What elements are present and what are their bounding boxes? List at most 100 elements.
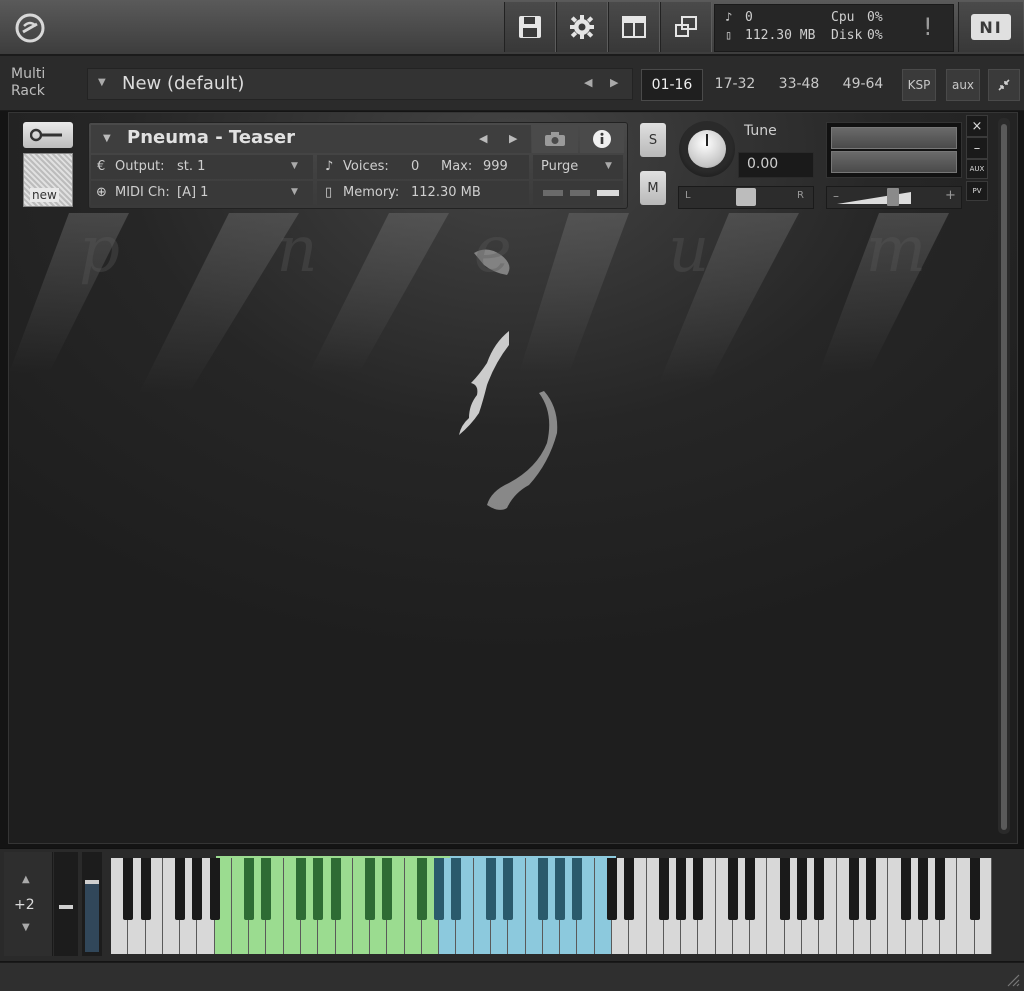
pitch-wheel[interactable] — [54, 852, 78, 956]
black-key[interactable] — [624, 858, 635, 920]
minimize-view-button[interactable] — [660, 2, 712, 52]
voices-label: Voices: — [343, 159, 389, 174]
multi-next-icon[interactable]: ▶ — [610, 76, 618, 89]
load-progress-seg-1 — [543, 190, 563, 196]
voices-note-icon: ♪ — [325, 159, 334, 174]
instrument-edit-button[interactable] — [23, 122, 73, 148]
snapshot-button[interactable] — [532, 125, 578, 153]
black-key[interactable] — [935, 858, 946, 920]
multi-name: New (default) — [122, 73, 245, 94]
instrument-name[interactable]: Pneuma - Teaser — [127, 127, 295, 148]
kontakt-logo-icon[interactable] — [14, 12, 46, 44]
volume-slider-handle[interactable] — [887, 188, 899, 206]
pan-slider-handle[interactable] — [736, 188, 756, 206]
black-key[interactable] — [969, 858, 980, 920]
multi-rack-label: Multi Rack — [11, 66, 45, 100]
level-meter-right — [831, 151, 957, 173]
instrument-prev-icon[interactable]: ◀ — [479, 132, 487, 145]
rack-page-tab-49-64[interactable]: 49-64 — [832, 69, 894, 99]
warning-indicator[interactable]: ! — [923, 13, 933, 41]
pv-button[interactable]: PV — [966, 181, 988, 201]
instrument-next-icon[interactable]: ▶ — [509, 132, 517, 145]
rack-scrollbar-thumb[interactable] — [1001, 124, 1007, 830]
instrument-memory-value: 112.30 MB — [411, 185, 481, 200]
multi-prev-icon[interactable]: ◀ — [584, 76, 592, 89]
black-key[interactable] — [140, 858, 151, 920]
black-key[interactable] — [693, 858, 704, 920]
wrench-icon — [30, 128, 62, 142]
black-key[interactable] — [900, 858, 911, 920]
black-key[interactable] — [192, 858, 203, 920]
purge-menu[interactable]: Purge ▼ — [533, 155, 623, 179]
black-key[interactable] — [606, 858, 617, 920]
black-key[interactable] — [848, 858, 859, 920]
black-key[interactable] — [779, 858, 790, 920]
black-key[interactable] — [365, 858, 376, 920]
black-key[interactable] — [209, 858, 220, 920]
output-dropdown-icon[interactable]: ▼ — [291, 161, 298, 171]
black-key[interactable] — [330, 858, 341, 920]
aux-channels-button[interactable]: AUX — [966, 159, 988, 179]
black-key[interactable] — [814, 858, 825, 920]
black-key[interactable] — [261, 858, 272, 920]
black-key[interactable] — [537, 858, 548, 920]
black-key[interactable] — [503, 858, 514, 920]
info-icon — [593, 130, 611, 148]
black-key[interactable] — [416, 858, 427, 920]
black-key[interactable] — [123, 858, 134, 920]
octave-down-icon[interactable]: ▼ — [22, 922, 30, 933]
view-layout-button[interactable] — [608, 2, 660, 52]
rack-page-tab-17-32[interactable]: 17-32 — [704, 69, 766, 99]
minimize-instrument-button[interactable]: – — [966, 137, 988, 159]
settings-button[interactable] — [556, 2, 608, 52]
voices-display[interactable]: ♪ Voices: 0 Max: 999 — [317, 155, 529, 179]
pan-slider[interactable]: L R — [678, 186, 814, 209]
resize-grip-icon[interactable] — [1004, 971, 1020, 987]
solo-button[interactable]: S — [640, 123, 666, 157]
multi-dropdown-icon[interactable]: ▼ — [98, 77, 106, 88]
instrument-thumbnail[interactable]: new — [23, 153, 73, 207]
octave-up-icon[interactable]: ▲ — [22, 874, 30, 885]
midi-dropdown-icon[interactable]: ▼ — [291, 187, 298, 197]
aux-button[interactable]: aux — [946, 69, 980, 101]
output-selector[interactable]: € Output: st. 1 ▼ — [91, 155, 313, 179]
black-key[interactable] — [555, 858, 566, 920]
black-key[interactable] — [313, 858, 324, 920]
black-key[interactable] — [296, 858, 307, 920]
mute-button[interactable]: M — [640, 171, 666, 205]
black-key[interactable] — [486, 858, 497, 920]
max-voices-value[interactable]: 999 — [483, 159, 508, 174]
black-key[interactable] — [796, 858, 807, 920]
instrument-dropdown-icon[interactable]: ▼ — [103, 133, 111, 144]
tune-value-field[interactable]: 0.00 — [738, 152, 814, 178]
level-meter — [826, 122, 962, 178]
close-instrument-button[interactable]: × — [966, 115, 988, 137]
multi-name-field[interactable]: ▼ New (default) ◀ ▶ — [87, 68, 633, 100]
black-key[interactable] — [917, 858, 928, 920]
black-key[interactable] — [451, 858, 462, 920]
black-key[interactable] — [572, 858, 583, 920]
mod-wheel[interactable] — [82, 852, 102, 956]
black-key[interactable] — [658, 858, 669, 920]
purge-dropdown-icon[interactable]: ▼ — [605, 161, 612, 171]
volume-slider[interactable]: – + — [826, 186, 962, 209]
ksp-button[interactable]: KSP — [902, 69, 936, 101]
rack-page-tab-33-48[interactable]: 33-48 — [768, 69, 830, 99]
black-key[interactable] — [244, 858, 255, 920]
black-key[interactable] — [382, 858, 393, 920]
piano-keyboard[interactable] — [111, 858, 992, 954]
multi-rack-label-line2: Rack — [11, 83, 45, 99]
black-key[interactable] — [175, 858, 186, 920]
rack-page-tab-01-16[interactable]: 01-16 — [641, 69, 703, 101]
black-key[interactable] — [745, 858, 756, 920]
black-key[interactable] — [866, 858, 877, 920]
collapse-rack-button[interactable] — [988, 69, 1020, 101]
save-button[interactable] — [504, 2, 556, 52]
ni-logo-button[interactable]: NI — [958, 2, 1023, 52]
black-key[interactable] — [676, 858, 687, 920]
info-button[interactable] — [580, 125, 624, 153]
tune-knob[interactable] — [679, 121, 735, 177]
midi-channel-selector[interactable]: ⊕ MIDI Ch: [A] 1 ▼ — [91, 181, 313, 205]
black-key[interactable] — [727, 858, 738, 920]
black-key[interactable] — [434, 858, 445, 920]
